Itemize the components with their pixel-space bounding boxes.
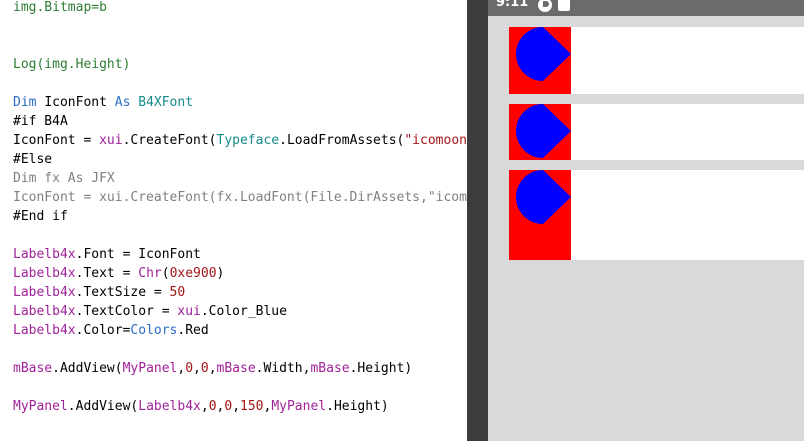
code-token: 50	[169, 285, 186, 300]
code-line: #if B4A	[13, 112, 68, 131]
code-token: Colors	[130, 323, 178, 338]
code-token: MyPanel	[13, 399, 68, 414]
teardrop-icon	[516, 170, 571, 224]
code-token: #Else	[13, 152, 53, 167]
code-token: ,	[193, 361, 201, 376]
code-token: .TextColor =	[75, 304, 178, 319]
code-line: Dim fx As JFX	[13, 169, 115, 188]
code-token: xui	[177, 304, 201, 319]
code-token: .AddView(	[52, 361, 123, 376]
label-b4x	[509, 104, 571, 160]
code-token: Typeface	[216, 133, 280, 148]
my-panel	[509, 170, 804, 260]
teardrop-icon	[516, 27, 571, 81]
code-token: .AddView(	[67, 399, 139, 414]
code-token: Log(img.Height)	[13, 57, 131, 72]
window-divider	[467, 0, 488, 441]
code-token: As	[114, 95, 139, 110]
code-token: .CreateFont(	[122, 133, 217, 148]
code-token: xui	[99, 133, 123, 148]
code-token: IconFont = xui.CreateFont(fx.LoadFont(Fi…	[13, 190, 467, 205]
code-token: Labelb4x	[138, 399, 201, 414]
code-token: Labelb4x	[13, 266, 76, 281]
code-token: .Text =	[75, 266, 139, 281]
code-token: 0	[224, 399, 233, 414]
code-line: img.Bitmap=b	[13, 0, 107, 17]
code-token: #End if	[13, 209, 68, 224]
code-token: .Font = IconFont	[75, 247, 201, 262]
code-token: Labelb4x	[13, 304, 76, 319]
code-line: Labelb4x.TextSize = 50	[13, 283, 185, 302]
code-line: MyPanel.AddView(Labelb4x,0,0,150,MyPanel…	[13, 397, 389, 416]
teardrop-icon-shape	[516, 27, 571, 81]
teardrop-icon-shape	[516, 170, 571, 224]
code-token: ,	[232, 399, 241, 414]
code-token: .Color=	[75, 323, 131, 338]
teardrop-icon-shape	[516, 104, 571, 158]
code-token: IconFont =	[13, 133, 100, 148]
code-token: mBase	[13, 361, 53, 376]
notification-icon	[538, 0, 552, 12]
code-token: .Width,	[255, 361, 311, 376]
code-token: Labelb4x	[13, 285, 76, 300]
my-panel	[509, 104, 804, 160]
status-bar: 9:11	[488, 0, 804, 16]
code-token: mBase	[310, 361, 350, 376]
code-token: mBase	[216, 361, 256, 376]
code-token: .LoadFromAssets(	[279, 133, 405, 148]
my-panel	[509, 27, 804, 94]
code-line: Labelb4x.Color=Colors.Red	[13, 321, 209, 340]
code-token: )	[216, 266, 225, 281]
teardrop-icon	[516, 104, 571, 158]
status-square-icon	[558, 0, 570, 11]
code-token: #if B4A	[13, 114, 68, 129]
code-line: #Else	[13, 150, 52, 169]
code-token: MyPanel	[271, 399, 327, 414]
code-token: ,	[200, 399, 209, 414]
code-line: Labelb4x.TextColor = xui.Color_Blue	[13, 302, 287, 321]
code-token: 0	[208, 399, 217, 414]
code-token: Chr	[138, 266, 162, 281]
code-token: "icomoon	[404, 133, 467, 148]
code-token: Labelb4x	[13, 323, 76, 338]
code-line: Labelb4x.Font = IconFont	[13, 245, 201, 264]
code-line: Log(img.Height)	[13, 55, 130, 74]
label-b4x	[509, 27, 571, 94]
code-token: .Color_Blue	[200, 304, 287, 319]
code-token: .Red	[177, 323, 209, 338]
code-token: Labelb4x	[13, 247, 76, 262]
code-token: .TextSize =	[75, 285, 170, 300]
code-token: ,	[208, 361, 217, 376]
code-token: MyPanel	[122, 361, 178, 376]
code-token: B4XFont	[138, 95, 194, 110]
label-b4x	[509, 170, 571, 260]
code-line: Dim IconFont As B4XFont	[13, 93, 193, 112]
code-token: 0xe900	[169, 266, 217, 281]
code-line: mBase.AddView(MyPanel,0,0,mBase.Width,mB…	[13, 359, 412, 378]
code-token: 0	[185, 361, 194, 376]
code-line: Labelb4x.Text = Chr(0xe900)	[13, 264, 224, 283]
code-token: 0	[200, 361, 209, 376]
code-line: #End if	[13, 207, 68, 226]
code-line: IconFont = xui.CreateFont(Typeface.LoadF…	[13, 131, 467, 150]
code-token: Dim fx As JFX	[13, 171, 115, 186]
code-token: .Height)	[326, 399, 389, 414]
code-token: Dim	[13, 95, 45, 110]
code-token: img.Bitmap=b	[13, 0, 107, 15]
device-emulator-screen[interactable]: 9:11	[488, 0, 804, 441]
code-line: IconFont = xui.CreateFont(fx.LoadFont(Fi…	[13, 188, 467, 207]
code-token: 150	[240, 399, 264, 414]
status-time: 9:11	[496, 0, 529, 10]
code-token: (	[161, 266, 170, 281]
code-editor[interactable]: img.Bitmap=b Log(img.Height) Dim IconFont …	[0, 0, 467, 441]
code-token: IconFont	[44, 95, 115, 110]
code-token: .Height)	[349, 361, 413, 376]
